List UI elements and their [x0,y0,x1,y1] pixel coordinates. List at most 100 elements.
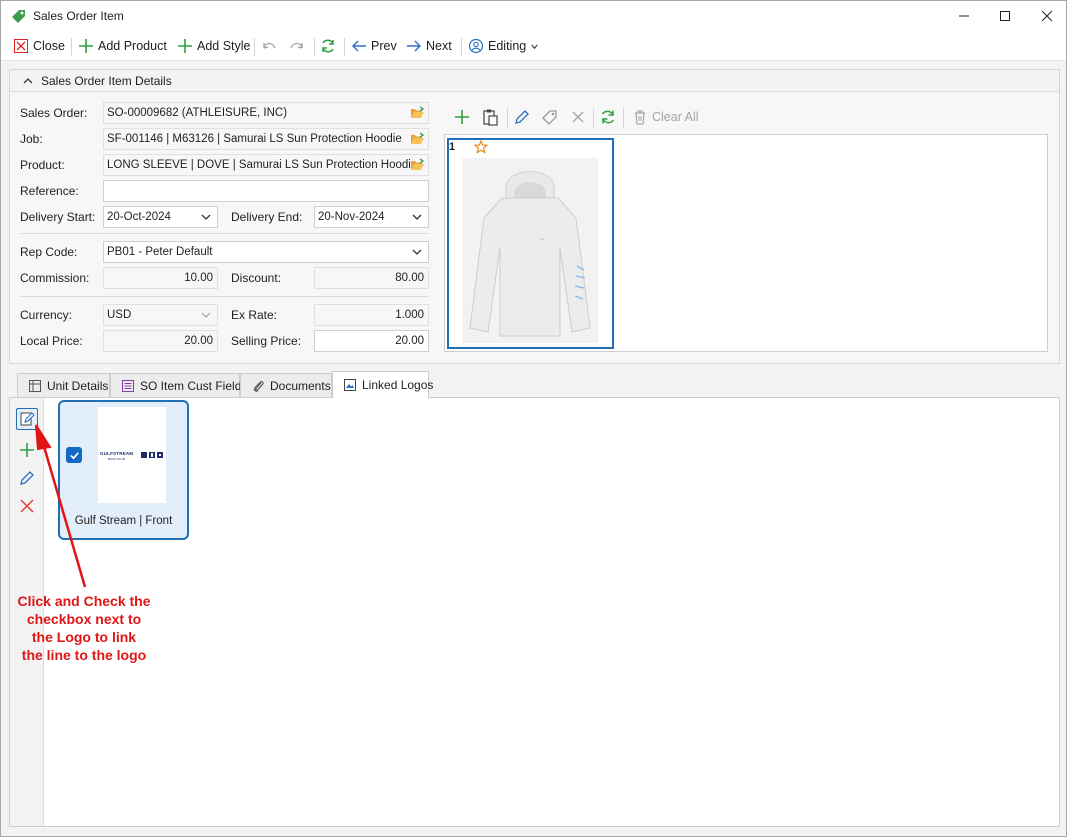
tab-label: SO Item Cust Fields [140,378,248,393]
minimize-icon [959,15,969,17]
clear-all-button[interactable]: Clear All [632,109,699,125]
discount-value: 80.00 [395,272,424,284]
star-icon[interactable] [474,140,488,154]
rep-code-label: Rep Code: [20,245,78,259]
main-toolbar: Close Add Product Add Style Prev Next Ed… [1,31,1066,61]
folder-open-icon[interactable] [410,158,425,172]
refresh-icon [322,39,334,53]
tag-icon [12,10,25,23]
unit-details-icon [29,379,41,392]
job-field[interactable]: SF-001146 | M63126 | Samurai LS Sun Prot… [103,128,429,150]
close-box-icon [14,39,28,53]
local-price-label: Local Price: [20,334,83,348]
divider [20,233,429,234]
selling-price-field[interactable]: 20.00 [314,330,429,352]
pencil-icon [20,471,34,485]
chevron-up-icon [23,78,33,84]
edit-logo-button[interactable] [16,467,38,489]
image-number: 1 [449,141,456,153]
undo-button[interactable] [261,36,277,56]
logo-mark-subtext: BOAT CLUB [108,457,125,461]
redo-button[interactable] [289,36,305,56]
job-label: Job: [20,132,43,146]
sales-order-label: Sales Order: [20,106,88,120]
divider [20,296,429,297]
edit-links-button[interactable] [16,408,38,430]
plus-icon [20,443,34,457]
maximize-icon [1000,11,1010,21]
add-logo-button[interactable] [16,439,38,461]
tag-icon[interactable] [541,108,559,126]
redo-icon [290,42,303,49]
refresh-icon[interactable] [599,108,617,126]
add-product-label: Add Product [98,39,167,53]
group-header[interactable]: Sales Order Item Details [10,70,1059,92]
hoodie-image: ~ [462,158,598,343]
pencil-icon[interactable] [513,108,531,126]
delivery-start-value: 20-Oct-2024 [107,211,171,223]
sales-order-item-window: Sales Order Item Close Add Product Add S… [0,0,1067,837]
editing-dropdown[interactable]: Editing [468,36,539,56]
commission-field[interactable]: 10.00 [103,267,218,289]
reference-field[interactable] [103,180,429,202]
svg-text:~: ~ [540,236,545,243]
folder-open-icon[interactable] [410,106,425,120]
ex-rate-field[interactable]: 1.000 [314,304,429,326]
add-product-button[interactable]: Add Product [78,36,167,56]
maximize-button[interactable] [982,1,1028,31]
logo-mark-text: GULFSTREAM [100,451,134,456]
add-image-icon[interactable] [453,108,471,126]
next-label: Next [426,39,452,53]
local-price-field[interactable]: 20.00 [103,330,218,352]
folder-open-icon[interactable] [410,132,425,146]
currency-label: Currency: [20,308,73,322]
logo-name: Gulf Stream | Front [74,515,173,527]
tab-label: Documents [270,378,331,393]
rep-code-value: PB01 - Peter Default [107,246,213,258]
tab-documents[interactable]: Documents [240,373,332,397]
chevron-down-icon [201,214,211,220]
delete-icon[interactable] [569,108,587,126]
logo-link-checkbox[interactable] [66,447,82,463]
edit-document-icon [20,412,35,426]
prev-button[interactable]: Prev [351,36,397,56]
minimize-button[interactable] [941,1,987,31]
commission-label: Commission: [20,271,90,285]
selling-price-label: Selling Price: [231,334,302,348]
annotation-line: the line to the logo [21,647,147,663]
refresh-button[interactable] [320,36,336,56]
add-style-button[interactable]: Add Style [177,36,251,56]
next-button[interactable]: Next [406,36,452,56]
logo-image-icon [344,379,356,391]
rep-code-field[interactable]: PB01 - Peter Default [103,241,429,263]
close-icon [1041,10,1053,22]
delete-logo-button[interactable] [16,495,38,517]
paste-icon[interactable] [481,108,499,126]
reference-label: Reference: [20,184,79,198]
clear-all-label: Clear All [652,110,699,124]
annotation-line: Click and Check the [17,593,151,609]
flag-icon [141,452,163,458]
window-title: Sales Order Item [33,9,124,23]
paperclip-icon [253,380,264,392]
discount-field[interactable]: 80.00 [314,267,429,289]
close-button-label: Close [33,39,65,53]
close-button[interactable]: Close [13,36,65,56]
close-window-button[interactable] [1024,1,1067,31]
tab-unit-details[interactable]: Unit Details [17,373,110,397]
tab-linked-logos[interactable]: Linked Logos [332,371,433,398]
currency-field[interactable]: USD [103,304,218,326]
ex-rate-value: 1.000 [395,309,424,321]
delivery-end-field[interactable]: 20-Nov-2024 [314,206,429,228]
delivery-start-field[interactable]: 20-Oct-2024 [103,206,218,228]
user-circle-icon [468,38,484,54]
sales-order-field[interactable]: SO-00009682 (ATHLEISURE, INC) [103,102,429,124]
delivery-end-value: 20-Nov-2024 [318,211,385,223]
editing-label: Editing [488,39,527,53]
delete-icon [20,499,34,513]
plus-icon [178,39,192,53]
commission-value: 10.00 [184,272,213,284]
product-field[interactable]: LONG SLEEVE | DOVE | Samurai LS Sun Prot… [103,154,429,176]
annotation-line: the Logo to link [31,629,137,645]
tab-so-item-cust-fields[interactable]: SO Item Cust Fields [110,373,247,397]
